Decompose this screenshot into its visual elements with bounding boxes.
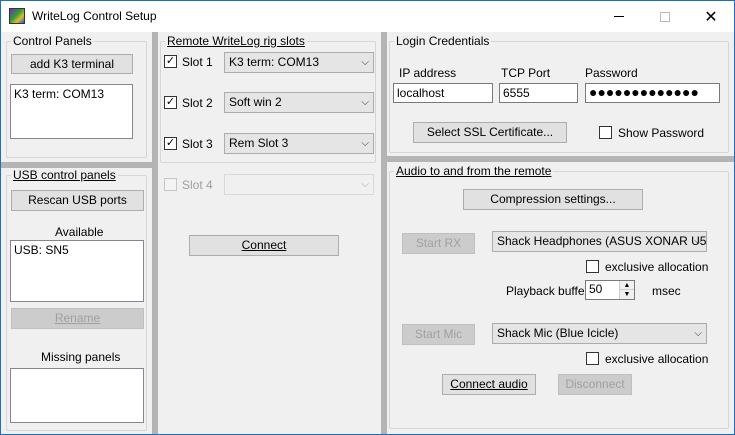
login-credentials-legend: Login Credentials [394,34,492,48]
connect-button-label: Connect [241,238,287,252]
close-button[interactable]: ✕ [688,1,734,32]
splitter-right-horizontal[interactable] [387,156,734,162]
slot-3-checkbox[interactable]: ✓ [164,137,177,150]
slot-4-checkbox [164,178,177,191]
start-rx-button: Start RX [402,233,475,254]
spinner-buttons: ▲ ▼ [619,281,634,299]
list-item[interactable]: K3 term: COM13 [14,87,129,101]
slot-2-select[interactable]: Soft win 2 ⌵ [224,92,374,113]
usb-legend-text: USB control panels [13,168,116,182]
slot-1-label: Slot 1 [182,55,213,69]
exclusive-allocation-rx-label: exclusive allocation [605,260,709,274]
control-panels-list[interactable]: K3 term: COM13 [10,84,133,139]
chevron-down-icon: ⌵ [361,57,369,68]
rescan-usb-ports-button[interactable]: Rescan USB ports [11,190,144,211]
slot-4-select: ⌵ [224,174,374,195]
connect-button[interactable]: Connect [189,235,339,256]
connect-audio-button[interactable]: Connect audio [442,374,536,395]
mic-device-value: Shack Mic (Blue Icicle) [497,326,619,340]
compression-settings-button[interactable]: Compression settings... [463,189,643,210]
spin-up-icon[interactable]: ▲ [620,281,634,290]
playback-buffer-spinner[interactable]: 50 ▲ ▼ [585,280,635,300]
slot-1-value: K3 term: COM13 [229,55,320,69]
chevron-down-icon: ⌵ [361,138,369,149]
connect-audio-label: Connect audio [450,377,528,391]
chevron-down-icon: ⌵ [694,328,702,339]
select-ssl-certificate-button[interactable]: Select SSL Certificate... [413,122,567,143]
tcp-port-input[interactable]: 6555 [499,83,578,103]
chevron-down-icon: ⌵ [361,97,369,108]
disconnect-button: Disconnect [558,374,632,395]
password-label: Password [585,66,638,80]
slot-2-value: Soft win 2 [229,95,282,109]
splitter-left[interactable] [152,32,158,434]
start-mic-button: Start Mic [402,324,475,345]
exclusive-allocation-mic-label: exclusive allocation [605,352,709,366]
missing-panels-list[interactable] [10,368,144,423]
slot-4-label: Slot 4 [182,178,213,192]
audio-legend: Audio to and from the remote [394,164,554,178]
password-input[interactable]: ●●●●●●●●●●●●● [585,83,720,103]
start-mic-label: Start Mic [414,327,463,341]
ip-address-label: IP address [399,66,457,80]
slot-2-checkbox[interactable]: ✓ [164,96,177,109]
maximize-button [642,1,688,32]
slot-3-select[interactable]: Rem Slot 3 ⌵ [224,133,374,154]
rename-button: Rename [11,308,144,329]
writelog-app-icon [9,8,25,24]
window-title: WriteLog Control Setup [32,9,157,23]
title-bar[interactable]: WriteLog Control Setup ✕ [1,1,734,32]
playback-buffer-label: Playback buffer [506,284,589,298]
minimize-icon [614,16,624,17]
splitter-middle[interactable] [381,32,387,434]
playback-buffer-value: 50 [589,282,603,296]
slot-1-select[interactable]: K3 term: COM13 ⌵ [224,52,374,73]
available-label: Available [55,225,104,239]
rx-device-select[interactable]: Shack Headphones (ASUS XONAR U5) ⌵ [492,231,707,252]
maximize-icon [660,11,670,22]
chevron-down-icon: ⌵ [361,179,369,190]
slot-3-label: Slot 3 [182,137,213,151]
show-password-checkbox[interactable] [599,126,612,139]
rx-device-value: Shack Headphones (ASUS XONAR U5) [497,234,707,248]
show-password-label: Show Password [618,126,705,140]
minimize-button[interactable] [596,1,642,32]
exclusive-allocation-mic-checkbox[interactable] [586,352,599,365]
playback-buffer-unit: msec [652,284,681,298]
remote-rig-slots-legend: Remote WriteLog rig slots [165,34,307,48]
control-panels-legend: Control Panels [11,34,94,48]
chevron-down-icon: ⌵ [694,236,702,247]
missing-panels-label: Missing panels [41,350,121,364]
tcp-port-label: TCP Port [501,66,551,80]
list-item[interactable]: USB: SN5 [14,243,140,257]
main-window: WriteLog Control Setup ✕ Control Panels … [0,0,735,435]
slot-2-label: Slot 2 [182,96,213,110]
audio-legend-text: Audio to and from the remote [396,164,552,178]
add-k3-terminal-button[interactable]: add K3 terminal [11,54,133,74]
rename-button-label: Rename [54,311,101,325]
start-rx-label: Start RX [415,236,462,250]
usb-control-panels-legend: USB control panels [11,168,118,182]
spin-down-icon[interactable]: ▼ [620,290,634,299]
available-usb-list[interactable]: USB: SN5 [10,240,144,302]
slot-3-value: Rem Slot 3 [229,136,289,150]
mic-device-select[interactable]: Shack Mic (Blue Icicle) ⌵ [492,323,707,344]
exclusive-allocation-rx-checkbox[interactable] [586,260,599,273]
remote-legend-text: Remote WriteLog rig slots [167,34,305,48]
ip-address-input[interactable]: localhost [393,83,493,103]
slot-1-checkbox[interactable]: ✓ [164,55,177,68]
